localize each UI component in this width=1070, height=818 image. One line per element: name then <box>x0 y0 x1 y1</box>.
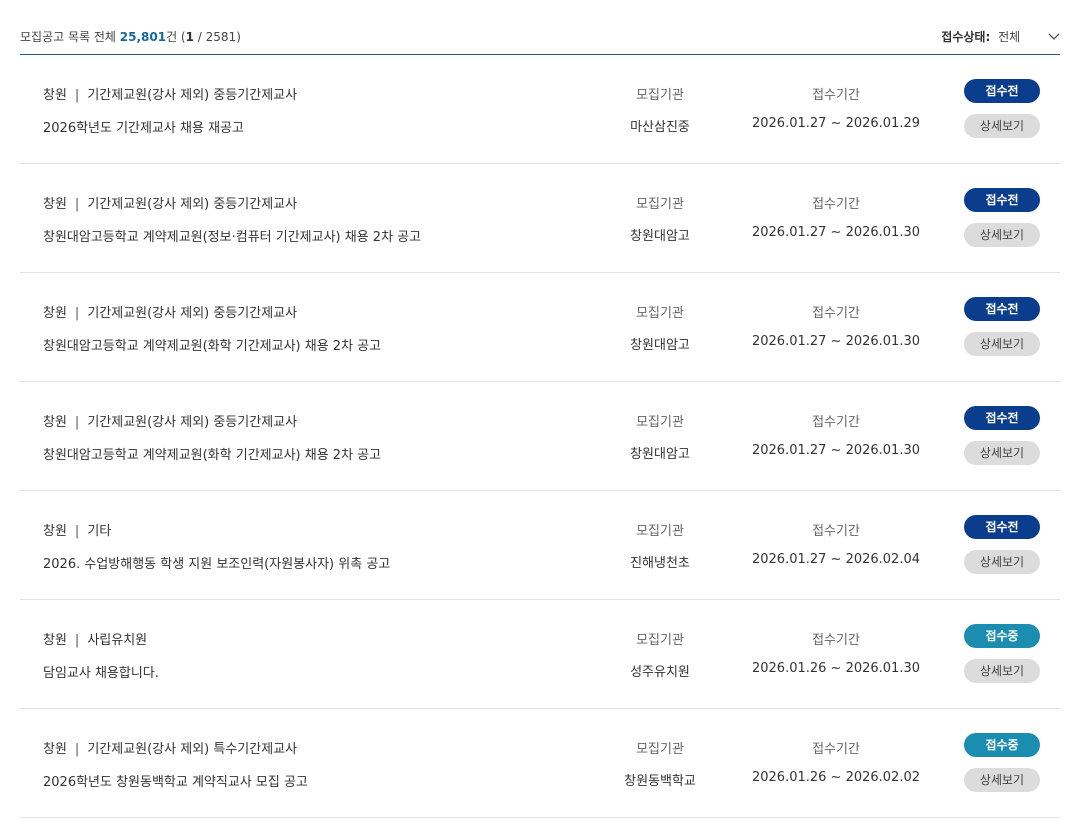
status-filter-select[interactable]: 접수상태: 전체 <box>941 28 1060 45</box>
detail-button[interactable]: 상세보기 <box>964 223 1040 247</box>
listing-category: 창원 | 기간제교원(강사 제외) 중등기간제교사 <box>43 84 297 103</box>
listing-title-link[interactable]: 창원대암고등학교 계약제교원(화학 기간제교사) 채용 2차 공고 <box>43 444 381 463</box>
status-filter-label: 접수상태: <box>941 30 991 44</box>
list-item[interactable]: 창원 | 기간제교원(강사 제외) 특수기간제교사 2026학년도 창원동백학교 계약… <box>20 709 1060 818</box>
org-header: 모집기관 <box>636 524 684 539</box>
listing-region: 창원 <box>43 633 67 648</box>
listing-category-name: 기간제교원(강사 제외) 특수기간제교사 <box>87 742 298 757</box>
count-unit: 건 ( <box>166 30 186 44</box>
page-total: / 2581) <box>193 30 241 44</box>
listing-period: 2026.01.27 ~ 2026.01.30 <box>751 225 921 240</box>
listing-title-link[interactable]: 2026학년도 창원동백학교 계약직교사 모집 공고 <box>43 771 308 790</box>
listing-title-link[interactable]: 창원대암고등학교 계약제교원(정보·컴퓨터 기간제교사) 채용 2차 공고 <box>43 226 421 245</box>
status-badge: 접수전 <box>964 188 1040 212</box>
listing-title-link[interactable]: 담임교사 채용합니다. <box>43 662 159 681</box>
org-header: 모집기관 <box>636 633 684 648</box>
status-badge: 접수중 <box>964 733 1040 757</box>
chevron-down-icon <box>1048 31 1060 44</box>
listing-category: 창원 | 기간제교원(강사 제외) 중등기간제교사 <box>43 411 297 430</box>
summary-prefix: 모집공고 목록 전체 <box>20 30 120 44</box>
listing-title-link[interactable]: 2026학년도 기간제교사 채용 재공고 <box>43 117 244 136</box>
listing-org: 창원대암고 <box>630 338 690 353</box>
detail-button[interactable]: 상세보기 <box>964 659 1040 683</box>
listing-region: 창원 <box>43 524 67 539</box>
listing-org: 창원대암고 <box>630 447 690 462</box>
listing-category: 창원 | 기타 <box>43 520 111 539</box>
category-separator: | <box>74 415 80 430</box>
org-header: 모집기관 <box>636 306 684 321</box>
org-header: 모집기관 <box>636 415 684 430</box>
detail-button[interactable]: 상세보기 <box>964 114 1040 138</box>
period-header: 접수기간 <box>812 415 860 430</box>
listing-category-name: 기간제교원(강사 제외) 중등기간제교사 <box>87 197 298 212</box>
list-header: 모집공고 목록 전체 25,801건 (1 / 2581) 접수상태: 전체 <box>20 20 1060 55</box>
list-item[interactable]: 창원 | 기간제교원(강사 제외) 중등기간제교사창원대암고등학교 계약제교원(화학… <box>20 382 1060 491</box>
listing-period: 2026.01.27 ~ 2026.01.30 <box>751 443 921 458</box>
period-header: 접수기간 <box>812 633 860 648</box>
listing-period: 2026.01.26 ~ 2026.01.30 <box>751 661 921 676</box>
category-separator: | <box>74 306 80 321</box>
category-separator: | <box>74 197 80 212</box>
listing-region: 창원 <box>43 742 67 757</box>
listing-region: 창원 <box>43 306 67 321</box>
detail-button[interactable]: 상세보기 <box>964 441 1040 465</box>
listing-category-name: 기간제교원(강사 제외) 중등기간제교사 <box>87 415 298 430</box>
listing-category-name: 기간제교원(강사 제외) 중등기간제교사 <box>87 88 298 103</box>
listing-period: 2026.01.27 ~ 2026.01.30 <box>751 334 921 349</box>
list-item[interactable]: 창원 | 기간제교원(강사 제외) 중등기간제교사 2026학년도 기간제교사 채용 … <box>20 55 1060 164</box>
status-badge: 접수중 <box>964 624 1040 648</box>
org-header: 모집기관 <box>636 88 684 103</box>
detail-button[interactable]: 상세보기 <box>964 768 1040 792</box>
status-filter-value: 전체 <box>998 30 1021 44</box>
listing-category: 창원 | 기간제교원(강사 제외) 특수기간제교사 <box>43 738 297 757</box>
listing-org: 진해냉천초 <box>630 556 690 571</box>
listing-category-name: 사립유치원 <box>87 633 148 648</box>
category-separator: | <box>74 633 80 648</box>
listing-category-name: 기타 <box>87 524 112 539</box>
org-header: 모집기관 <box>636 742 684 757</box>
listing-region: 창원 <box>43 197 67 212</box>
listing-region: 창원 <box>43 415 67 430</box>
listing-category: 창원 | 기간제교원(강사 제외) 중등기간제교사 <box>43 302 297 321</box>
listing-org: 성주유치원 <box>630 665 690 680</box>
period-header: 접수기간 <box>812 197 860 212</box>
listing-region: 창원 <box>43 88 67 103</box>
detail-button[interactable]: 상세보기 <box>964 550 1040 574</box>
category-separator: | <box>74 88 80 103</box>
status-badge: 접수전 <box>964 406 1040 430</box>
list-item[interactable]: 창원 | 사립유치원담임교사 채용합니다. 모집기관성주유치원 접수기간 2026.01.… <box>20 600 1060 709</box>
period-header: 접수기간 <box>812 88 860 103</box>
list-item[interactable]: 창원 | 기타 2026. 수업방해행동 학생 지원 보조인력(자원봉사자) 위촉 공… <box>20 491 1060 600</box>
status-badge: 접수전 <box>964 515 1040 539</box>
listing-category-name: 기간제교원(강사 제외) 중등기간제교사 <box>87 306 298 321</box>
listing-period: 2026.01.26 ~ 2026.02.02 <box>751 770 921 785</box>
listing-category: 창원 | 사립유치원 <box>43 629 147 648</box>
listing-org: 창원동백학교 <box>624 774 696 789</box>
period-header: 접수기간 <box>812 306 860 321</box>
status-badge: 접수전 <box>964 297 1040 321</box>
list-item[interactable]: 창원 | 기간제교원(강사 제외) 중등기간제교사창원대암고등학교 계약제교원(화학… <box>20 273 1060 382</box>
list-summary: 모집공고 목록 전체 25,801건 (1 / 2581) <box>20 28 241 45</box>
list-item[interactable]: 창원 | 기간제교원(강사 제외) 중등기간제교사창원대암고등학교 계약제교원(정보… <box>20 164 1060 273</box>
listing-org: 마산삼진중 <box>630 120 690 135</box>
current-page: 1 <box>185 30 194 44</box>
listing-title-link[interactable]: 2026. 수업방해행동 학생 지원 보조인력(자원봉사자) 위촉 공고 <box>43 553 390 572</box>
listing-title-link[interactable]: 창원대암고등학교 계약제교원(화학 기간제교사) 채용 2차 공고 <box>43 335 381 354</box>
category-separator: | <box>74 742 80 757</box>
listing-period: 2026.01.27 ~ 2026.02.04 <box>751 552 921 567</box>
category-separator: | <box>74 524 80 539</box>
detail-button[interactable]: 상세보기 <box>964 332 1040 356</box>
recruitment-list: 창원 | 기간제교원(강사 제외) 중등기간제교사 2026학년도 기간제교사 채용 … <box>20 55 1060 818</box>
total-count: 25,801 <box>119 30 167 44</box>
listing-period: 2026.01.27 ~ 2026.01.29 <box>751 116 921 131</box>
status-badge: 접수전 <box>964 79 1040 103</box>
org-header: 모집기관 <box>636 197 684 212</box>
listing-org: 창원대암고 <box>630 229 690 244</box>
period-header: 접수기간 <box>812 524 860 539</box>
listing-category: 창원 | 기간제교원(강사 제외) 중등기간제교사 <box>43 193 297 212</box>
period-header: 접수기간 <box>812 742 860 757</box>
